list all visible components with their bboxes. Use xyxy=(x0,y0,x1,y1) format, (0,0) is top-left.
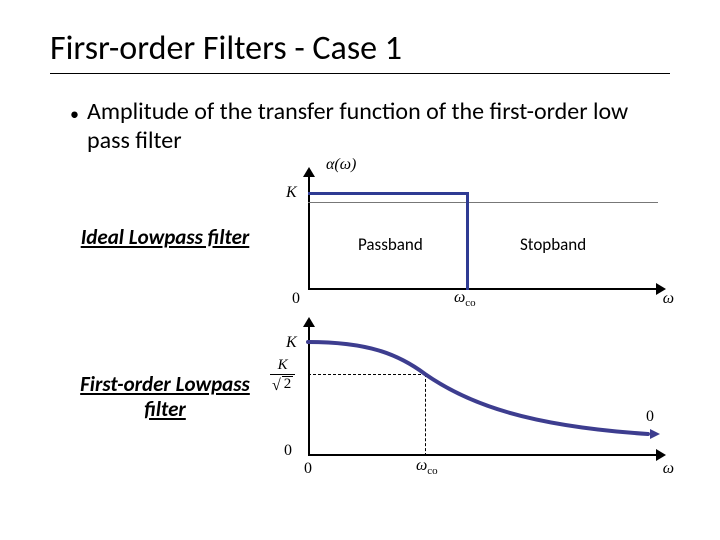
bullet-text: Amplitude of the transfer function of th… xyxy=(87,98,670,156)
first-order-label: First-order Lowpass filter xyxy=(80,372,250,420)
y-tick-k: K xyxy=(286,184,297,202)
bullet-dot-icon: • xyxy=(70,104,79,126)
cutoff-omega: ω xyxy=(416,457,427,474)
first-order-plot: K K √2 0 0 ωco ω 0 xyxy=(250,312,670,482)
origin-left-label: 0 xyxy=(284,442,292,460)
cutoff-sub: co xyxy=(465,298,475,310)
ideal-row: Ideal Lowpass filter α(ω) K 0 ω Passband… xyxy=(80,162,670,312)
frac-den: √2 xyxy=(270,374,295,394)
y-tick-k: K xyxy=(286,334,297,352)
first-order-curve xyxy=(308,322,658,456)
cutoff-label: ωco xyxy=(454,289,476,309)
bullet-item: • Amplitude of the transfer function of … xyxy=(70,98,670,156)
y-axis-title: α(ω) xyxy=(326,156,356,174)
cutoff-omega: ω xyxy=(454,289,465,306)
x-axis xyxy=(308,288,658,290)
arrow-up-icon xyxy=(303,167,315,177)
origin-label: 0 xyxy=(292,290,300,308)
ideal-curve-horizontal xyxy=(308,192,468,195)
x-axis-end-label: ω xyxy=(663,290,674,308)
stopband-label: Stopband xyxy=(520,234,586,255)
region-divider xyxy=(308,202,658,203)
origin-below-label: 0 xyxy=(304,460,312,478)
ideal-label: Ideal Lowpass filter xyxy=(80,225,250,249)
ideal-curve-vertical xyxy=(466,192,469,290)
x-axis-end-label: ω xyxy=(663,460,674,478)
y-tick-k-over-sqrt2: K √2 xyxy=(270,358,295,394)
tail-zero-label: 0 xyxy=(646,408,654,426)
cutoff-label: ωco xyxy=(416,457,438,477)
frac-num: K xyxy=(276,358,290,374)
first-order-row: First-order Lowpass filter K K √2 0 0 xyxy=(80,312,670,482)
ideal-plot: α(ω) K 0 ω Passband Stopband ωco xyxy=(250,162,670,312)
curve-arrow-icon xyxy=(650,429,660,439)
slide-title: Firsr-order Filters - Case 1 xyxy=(50,28,670,74)
passband-label: Passband xyxy=(358,234,423,255)
cutoff-sub: co xyxy=(427,466,437,478)
